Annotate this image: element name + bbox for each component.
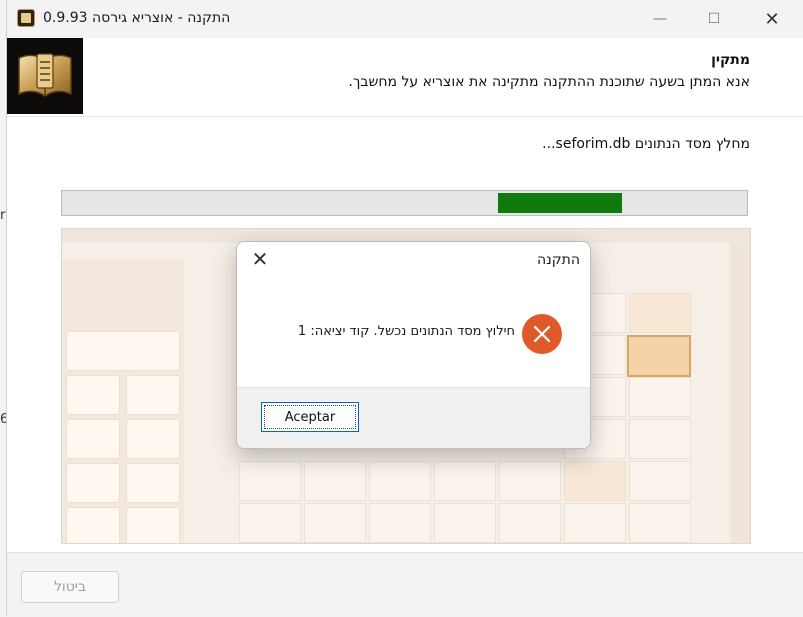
preview-day xyxy=(629,503,691,543)
preview-day xyxy=(629,419,691,459)
preview-day xyxy=(434,461,496,501)
preview-day xyxy=(304,503,366,543)
progress-fill xyxy=(498,193,622,213)
preview-day xyxy=(629,461,691,501)
preview-day xyxy=(239,503,301,543)
preview-sidebar xyxy=(62,259,184,543)
background-window-fragment: r xyxy=(0,208,6,223)
otzaria-logo xyxy=(7,38,83,114)
preview-day xyxy=(629,377,691,417)
preview-day xyxy=(564,461,626,501)
dialog-close-button[interactable]: ✕ xyxy=(249,248,271,270)
preview-card xyxy=(126,375,180,415)
header-title: מתקין xyxy=(711,52,750,68)
preview-day xyxy=(304,461,366,501)
error-icon xyxy=(522,314,562,354)
app-icon xyxy=(17,9,35,27)
wizard-footer: ביטול xyxy=(7,552,803,617)
preview-card xyxy=(126,419,180,459)
preview-day xyxy=(629,293,691,333)
preview-card xyxy=(66,375,120,415)
error-dialog: התקנה ✕ חילוץ מסד הנתונים נכשל. קוד יציא… xyxy=(236,241,591,449)
preview-right-rail xyxy=(730,243,750,543)
header-subtitle: אנא המתן בשעה שתוכנת ההתקנה מתקינה את או… xyxy=(348,74,750,90)
preview-card xyxy=(66,463,120,503)
status-text: מחלץ מסד הנתונים seforim.db... xyxy=(542,136,750,152)
preview-day xyxy=(564,503,626,543)
preview-day xyxy=(369,461,431,501)
preview-card xyxy=(126,463,180,503)
preview-card xyxy=(66,419,120,459)
header-divider xyxy=(7,116,803,117)
close-button[interactable]: ✕ xyxy=(749,0,795,38)
preview-card xyxy=(66,331,180,371)
preview-day xyxy=(499,503,561,543)
dialog-title: התקנה xyxy=(536,252,580,268)
error-message: חילוץ מסד הנתונים נכשל. קוד יציאה: 1 xyxy=(297,324,515,339)
preview-card xyxy=(66,507,120,543)
preview-day xyxy=(369,503,431,543)
maximize-button[interactable]: ☐ xyxy=(691,0,737,38)
accept-button[interactable]: Aceptar xyxy=(261,402,359,432)
window-title: התקנה - אוצריא גירסה 0.9.93 xyxy=(43,10,231,26)
minimize-button[interactable]: — xyxy=(637,0,683,38)
error-x-icon xyxy=(533,325,551,343)
progress-bar xyxy=(61,190,748,216)
wizard-header: מתקין אנא המתן בשעה שתוכנת ההתקנה מתקינה… xyxy=(7,38,803,118)
preview-day xyxy=(239,461,301,501)
preview-day xyxy=(627,335,691,377)
preview-day xyxy=(434,503,496,543)
title-bar[interactable]: התקנה - אוצריא גירסה 0.9.93 — ☐ ✕ xyxy=(7,0,803,38)
cancel-button[interactable]: ביטול xyxy=(21,571,119,603)
book-logo-icon xyxy=(18,53,72,97)
preview-day xyxy=(499,461,561,501)
preview-card xyxy=(126,507,180,543)
dialog-footer: Aceptar xyxy=(237,387,590,448)
